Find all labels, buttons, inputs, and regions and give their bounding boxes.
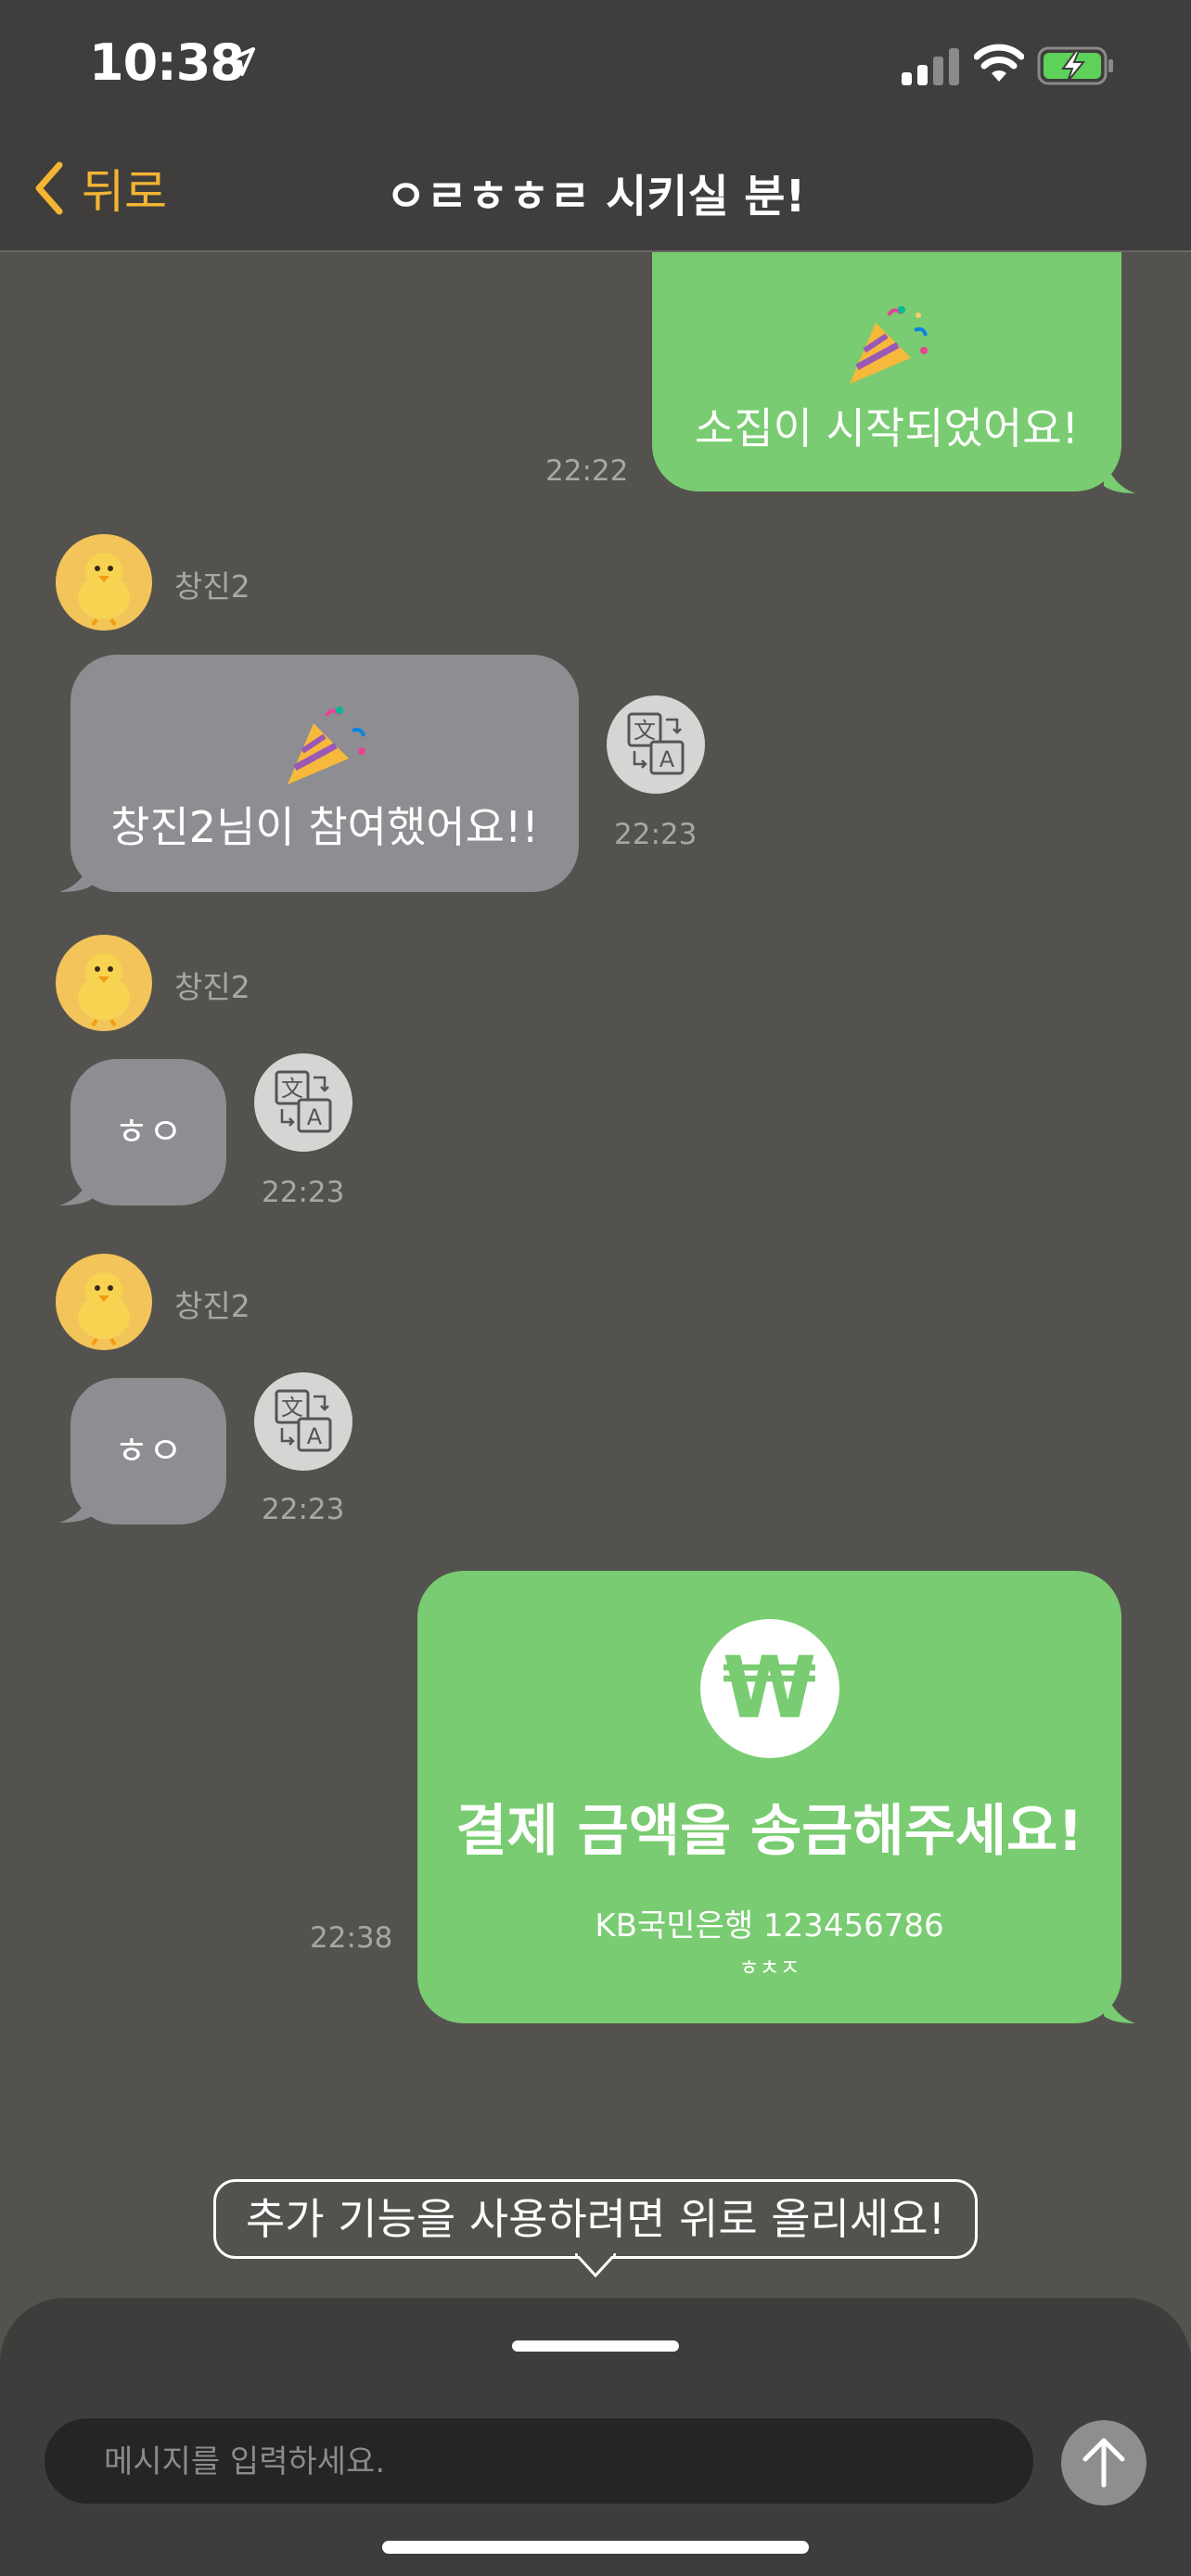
svg-text:A: A	[660, 746, 675, 772]
payment-request-bubble[interactable]: ₩ 결제 금액을 송금해주세요! KB국민은행 123456786 ㅎㅊㅈ	[417, 1571, 1121, 2023]
svg-text:文: 文	[634, 718, 656, 744]
svg-text:文: 文	[281, 1395, 303, 1421]
payment-account: KB국민은행 123456786	[595, 1907, 944, 1945]
message-timestamp: 22:22	[545, 454, 629, 488]
svg-text:A: A	[307, 1423, 323, 1449]
message-timestamp: 22:23	[614, 818, 698, 851]
chick-icon	[78, 953, 130, 1027]
cellular-signal-icon	[902, 48, 959, 85]
location-arrow-icon	[226, 47, 255, 76]
won-icon: ₩	[699, 1619, 839, 1758]
translate-button[interactable]: 文 A	[254, 1372, 352, 1471]
translate-icon: 文 A	[627, 712, 685, 775]
avatar[interactable]	[56, 534, 152, 631]
send-button[interactable]	[1061, 2420, 1146, 2506]
party-popper-icon	[850, 306, 928, 384]
message-text: ㅎㅇ	[114, 1430, 183, 1473]
message-timestamp: 22:23	[262, 1493, 345, 1526]
drag-handle[interactable]	[512, 2340, 679, 2352]
svg-text:文: 文	[281, 1076, 303, 1102]
system-message-bubble: 소집이 시작되었어요!	[652, 252, 1121, 491]
chick-icon	[78, 1272, 130, 1346]
bubble-tail	[59, 1170, 93, 1205]
chat-title: ㅇㄹㅎㅎㄹ 시키실 분!	[385, 171, 806, 223]
back-label: 뒤로	[82, 165, 167, 219]
bubble-tail	[59, 857, 93, 892]
message-input-container[interactable]	[45, 2418, 1033, 2506]
battery-charging-icon	[1037, 46, 1113, 85]
join-message-bubble: 창진2님이 참여했어요!!	[70, 655, 579, 892]
join-message-text: 창진2님이 참여했어요!!	[110, 802, 539, 852]
message-input[interactable]	[102, 2418, 1015, 2506]
translate-button[interactable]: 文 A	[607, 695, 705, 794]
bubble-tail	[59, 1487, 93, 1523]
bubble-tail	[1104, 1988, 1135, 2023]
sender-name: 창진2	[174, 1288, 250, 1324]
status-time: 10:38	[89, 33, 245, 92]
message-timestamp: 22:38	[310, 1921, 393, 1955]
sender-name: 창진2	[174, 969, 250, 1005]
hint-pointer	[575, 2253, 616, 2277]
translate-button[interactable]: 文 A	[254, 1053, 352, 1152]
svg-text:A: A	[307, 1104, 323, 1130]
arrow-up-icon	[1082, 2438, 1125, 2488]
sender-name: 창진2	[174, 568, 250, 605]
chevron-left-icon	[35, 161, 63, 215]
swipe-up-hint: 추가 기능을 사용하려면 위로 올리세요!	[213, 2179, 978, 2259]
translate-icon: 文 A	[275, 1389, 332, 1452]
avatar[interactable]	[56, 935, 152, 1031]
payment-title: 결제 금액을 송금해주세요!	[455, 1799, 1083, 1864]
party-popper-icon	[288, 707, 365, 784]
bubble-tail	[1104, 458, 1135, 493]
message-bubble: ㅎㅇ	[70, 1378, 226, 1524]
translate-icon: 文 A	[275, 1070, 332, 1133]
back-button[interactable]: 뒤로	[33, 156, 167, 221]
home-indicator	[382, 2541, 809, 2554]
system-message-text: 소집이 시작되었어요!	[695, 403, 1079, 453]
message-timestamp: 22:23	[262, 1176, 345, 1209]
avatar[interactable]	[56, 1254, 152, 1350]
payment-holder: ㅎㅊㅈ	[738, 1955, 800, 1981]
chick-icon	[78, 553, 130, 627]
message-bubble: ㅎㅇ	[70, 1059, 226, 1205]
wifi-icon	[974, 44, 1024, 82]
message-text: ㅎㅇ	[114, 1111, 183, 1154]
